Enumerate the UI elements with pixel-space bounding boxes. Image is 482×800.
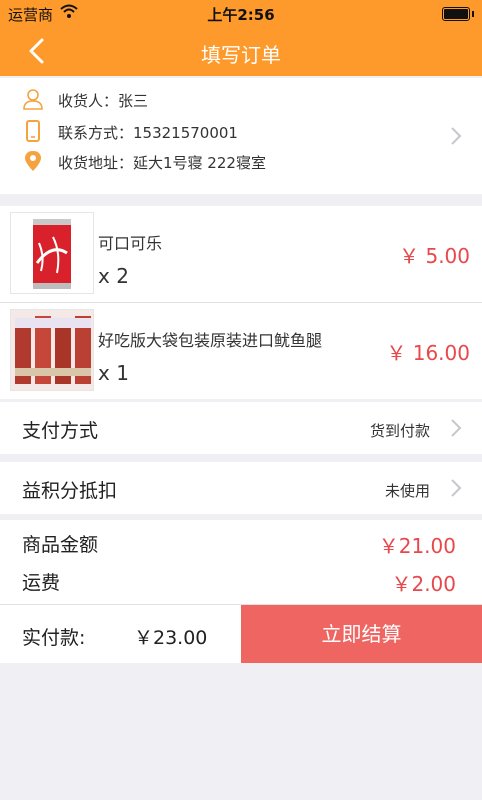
points-deduction-value: 未使用 xyxy=(384,482,430,500)
goods-amount-label: 商品金额 xyxy=(22,534,99,556)
checkout-bar: 实付款: ￥23.00 立即结算 xyxy=(0,604,482,663)
user-icon xyxy=(22,88,44,110)
total-amount: ￥23.00 xyxy=(134,627,208,649)
product-name: 好吃版大袋包装原装进口鱿鱼腿 xyxy=(98,331,323,350)
shipping-value: ￥2.00 xyxy=(391,572,456,596)
goods-item[interactable]: 好吃版大袋包装原装进口鱿鱼腿 x 1 ￥ 16.00 xyxy=(0,303,482,399)
status-bar: 运营商 上午2:56 xyxy=(0,0,482,28)
product-quantity: x 1 xyxy=(98,361,129,385)
points-deduction-label: 益积分抵扣 xyxy=(22,480,118,502)
payment-method-value: 货到付款 xyxy=(369,422,430,440)
payment-method-label: 支付方式 xyxy=(22,420,99,442)
product-name: 可口可乐 xyxy=(98,234,163,253)
chevron-right-icon xyxy=(450,478,462,502)
chevron-right-icon xyxy=(450,418,462,442)
product-thumbnail-cola xyxy=(10,212,94,294)
goods-amount-value: ￥21.00 xyxy=(378,534,456,558)
phone-icon xyxy=(22,120,44,142)
product-quantity: x 2 xyxy=(98,264,129,288)
contact-text: 联系方式：15321570001 xyxy=(58,124,238,142)
payment-method-row[interactable]: 支付方式 货到付款 xyxy=(0,402,482,454)
total-label: 实付款: xyxy=(22,627,86,649)
order-summary: 商品金额 ￥21.00 运费 ￥2.00 xyxy=(0,520,482,604)
address-card[interactable]: 收货人：张三 联系方式：15321570001 收货地址：延大1号寝 222寝室 xyxy=(0,78,482,194)
chevron-right-icon xyxy=(450,126,462,150)
nav-bar: 填写订单 xyxy=(0,28,482,76)
clock: 上午2:56 xyxy=(207,6,275,24)
product-price: ￥ 16.00 xyxy=(386,341,470,365)
product-thumbnail-squid xyxy=(10,309,94,391)
goods-item[interactable]: 可口可乐 x 2 ￥ 5.00 xyxy=(0,206,482,302)
shipping-label: 运费 xyxy=(22,572,61,594)
receiver-text: 收货人：张三 xyxy=(58,92,149,110)
location-pin-icon xyxy=(22,150,44,172)
location-text: 收货地址：延大1号寝 222寝室 xyxy=(58,154,266,172)
battery-icon xyxy=(442,7,474,21)
checkout-button[interactable]: 立即结算 xyxy=(241,605,482,663)
page-title: 填写订单 xyxy=(201,43,281,67)
points-deduction-row[interactable]: 益积分抵扣 未使用 xyxy=(0,462,482,514)
product-price: ￥ 5.00 xyxy=(399,244,470,268)
